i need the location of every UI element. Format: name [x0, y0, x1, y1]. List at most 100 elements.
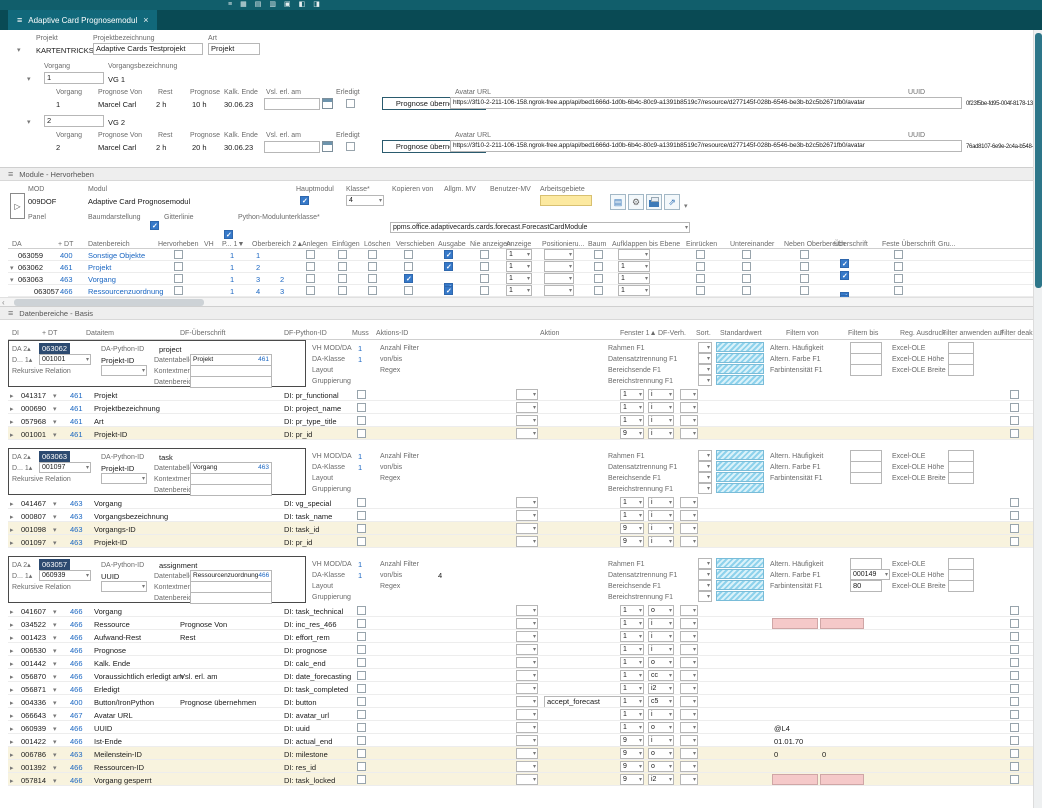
column-header[interactable]: Muss [352, 328, 369, 339]
aktions-id-dropdown[interactable]: ▾ [516, 670, 538, 681]
row-expander-icon[interactable]: ▸ [10, 763, 14, 773]
anzeige-dropdown[interactable]: 1▾ [506, 261, 532, 272]
column-header[interactable]: Aktions-ID [376, 328, 408, 339]
panel-icon[interactable]: ▤ [255, 1, 262, 9]
dataitem-row[interactable]: ▸057814▾466Vorgang gesperrtDI: task_lock… [8, 773, 1034, 786]
row-expander-icon[interactable]: ▸ [10, 776, 14, 786]
frame-pattern-field[interactable] [716, 461, 764, 471]
sort-dropdown[interactable]: ▾ [680, 605, 698, 616]
muss-checkbox[interactable] [357, 710, 366, 719]
calendar-icon[interactable] [322, 98, 333, 109]
dataitem-row[interactable]: ▸056870▾466Voraussichtlich erledigt amVs… [8, 669, 1034, 682]
column-header[interactable]: Aktion [540, 328, 559, 339]
column-header[interactable]: Dataitem [86, 328, 114, 339]
row-expander-icon[interactable]: ▸ [10, 391, 14, 401]
row-expander-icon[interactable]: ▸ [10, 430, 14, 440]
fenster-dropdown[interactable]: 9▾ [620, 748, 644, 759]
filter-deaktiviert-checkbox[interactable] [1010, 671, 1019, 680]
column-header[interactable]: DF-Python-ID [284, 328, 327, 339]
row-expander-icon[interactable]: ▸ [10, 620, 14, 630]
frame-pattern-field[interactable] [716, 353, 764, 363]
row-expander-icon[interactable]: ▸ [10, 417, 14, 427]
muss-checkbox[interactable] [357, 632, 366, 641]
df-verh-dropdown[interactable]: i▾ [648, 631, 674, 642]
einfuegen-checkbox[interactable] [338, 286, 347, 295]
fenster-dropdown[interactable]: 1▾ [620, 670, 644, 681]
einruecken-checkbox[interactable] [696, 250, 705, 259]
filter-deaktiviert-checkbox[interactable] [1010, 697, 1019, 706]
split-right-icon[interactable]: ◨ [313, 1, 320, 9]
df-verh-dropdown[interactable]: i▾ [648, 735, 674, 746]
row-expander-icon[interactable]: ▸ [10, 404, 14, 414]
filtern-von-value[interactable]: 01.01.70 [774, 736, 803, 747]
hauptmodul-checkbox[interactable] [300, 196, 309, 205]
dataitem-row[interactable]: ▸006786▾463Meilenstein-IDDI: milestone▾9… [8, 747, 1034, 760]
filter-deaktiviert-checkbox[interactable] [1010, 658, 1019, 667]
dataitem-row[interactable]: ▸001097▾463Projekt-IDDI: pr_id▾9▾i▾▾ [8, 535, 1034, 548]
avatar-url-field[interactable]: https://3f10-2-211-106-158.ngrok-free.ap… [450, 97, 962, 109]
erledigt-checkbox[interactable] [346, 99, 355, 108]
frame-pattern-field[interactable] [716, 450, 764, 460]
muss-checkbox[interactable] [357, 429, 366, 438]
row-expander-icon[interactable]: ▸ [10, 538, 14, 548]
di-id[interactable]: 001423 [21, 632, 46, 643]
row-expander-icon[interactable]: ▸ [10, 659, 14, 669]
di-dropdown-icon[interactable]: ▾ [53, 672, 57, 682]
aktions-id-dropdown[interactable]: ▾ [516, 774, 538, 785]
feste-checkbox[interactable] [894, 274, 903, 283]
column-header[interactable]: Sort. [696, 328, 711, 339]
menu-icon[interactable]: ≡ [228, 1, 232, 9]
row-expander-icon[interactable]: ▸ [10, 672, 14, 682]
ausgabe-checkbox[interactable] [444, 286, 453, 295]
fenster-dropdown[interactable]: 9▾ [620, 735, 644, 746]
sort-dropdown[interactable]: ▾ [680, 415, 698, 426]
df-verh-dropdown[interactable]: i▾ [648, 497, 674, 508]
da-python-id-value[interactable]: task [159, 452, 173, 463]
excel-ole-field[interactable] [948, 580, 974, 592]
sort-dropdown[interactable]: ▾ [680, 497, 698, 508]
column-header[interactable]: Filtern bis [848, 328, 878, 339]
grid-icon[interactable]: ▦ [240, 1, 247, 9]
verschieben-checkbox[interactable] [404, 286, 413, 295]
filter-deaktiviert-checkbox[interactable] [1010, 511, 1019, 520]
aktions-id-dropdown[interactable]: ▾ [516, 389, 538, 400]
df-verh-dropdown[interactable]: o▾ [648, 761, 674, 772]
filter-deaktiviert-checkbox[interactable] [1010, 403, 1019, 412]
nie-checkbox[interactable] [480, 250, 489, 259]
positionierung-dropdown[interactable]: ▾ [544, 249, 574, 260]
board-icon[interactable]: ▣ [284, 1, 291, 9]
df-verh-dropdown[interactable]: o▾ [648, 605, 674, 616]
di-id[interactable]: 001098 [21, 524, 46, 535]
fenster-dropdown[interactable]: 9▾ [620, 536, 644, 547]
df-verh-dropdown[interactable]: c5▾ [648, 696, 674, 707]
fenster-dropdown[interactable]: 9▾ [620, 761, 644, 772]
column-header[interactable]: Filtern von [786, 328, 819, 339]
section-collapse-icon[interactable]: ≡ [8, 308, 13, 318]
module-section-header[interactable]: ≡ Module - Hervorheben [0, 167, 1042, 181]
fenster-dropdown[interactable]: 9▾ [620, 428, 644, 439]
df-verh-dropdown[interactable]: i▾ [648, 402, 674, 413]
baumdarstellung-checkbox[interactable] [150, 221, 159, 230]
datenbereich-field[interactable] [190, 376, 272, 388]
di-dropdown-icon[interactable]: ▾ [53, 512, 57, 522]
aktions-id-dropdown[interactable]: ▾ [516, 761, 538, 772]
sort-dropdown[interactable]: ▾ [680, 618, 698, 629]
untereinander-checkbox[interactable] [742, 274, 751, 283]
di-dropdown-icon[interactable]: ▾ [53, 538, 57, 548]
df-verh-dropdown[interactable]: i▾ [648, 389, 674, 400]
di-id[interactable]: 056871 [21, 684, 46, 695]
aktions-id-dropdown[interactable]: ▾ [516, 748, 538, 759]
positionierung-dropdown[interactable]: ▾ [544, 261, 574, 272]
arbeitsgebiete-field[interactable] [540, 195, 592, 206]
column-header[interactable]: DI [12, 328, 19, 339]
aktions-id-dropdown[interactable]: ▾ [516, 428, 538, 439]
dataitem-row[interactable]: ▸041607▾466VorgangDI: task_technical▾1▾o… [8, 604, 1034, 617]
filtern-bis-field[interactable] [820, 618, 864, 629]
loeschen-checkbox[interactable] [368, 250, 377, 259]
aktions-id-dropdown[interactable]: ▾ [516, 523, 538, 534]
collapse-icon[interactable]: ▾ [27, 74, 31, 85]
filter-deaktiviert-checkbox[interactable] [1010, 524, 1019, 533]
di-id[interactable]: 000690 [21, 403, 46, 414]
einruecken-checkbox[interactable] [696, 274, 705, 283]
frame-dropdown[interactable]: ▾ [698, 364, 712, 375]
